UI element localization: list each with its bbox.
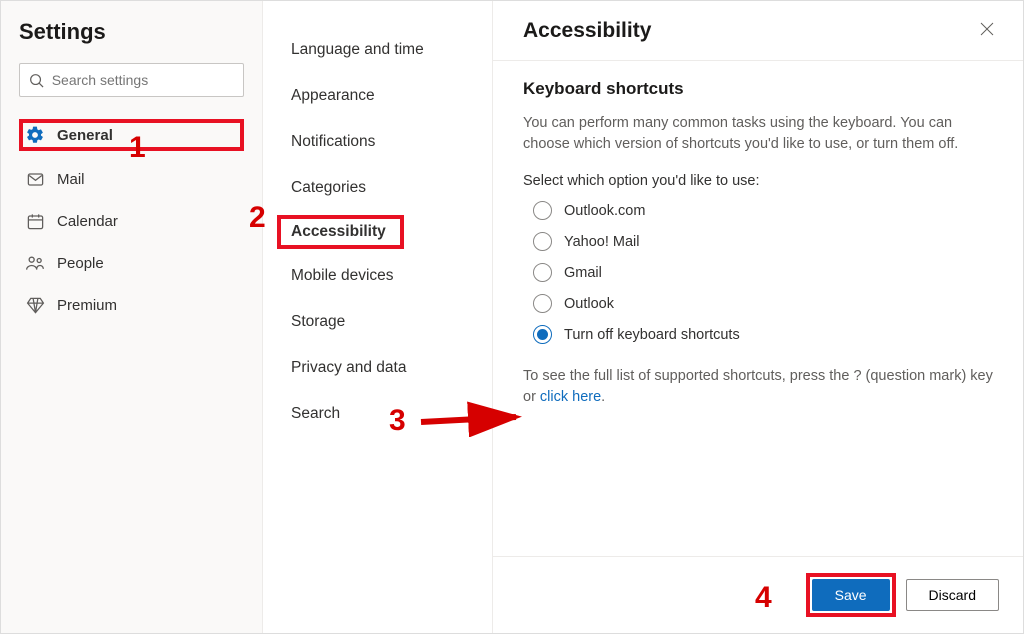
panel-title: Accessibility bbox=[523, 19, 651, 43]
annotation-highlight-accessibility: Accessibility bbox=[277, 215, 404, 249]
select-prompt: Select which option you'd like to use: bbox=[523, 173, 993, 189]
nav-label: People bbox=[57, 255, 104, 272]
subnav-accessibility[interactable]: Accessibility bbox=[291, 223, 386, 240]
section-heading: Keyboard shortcuts bbox=[523, 79, 993, 99]
radio-gmail[interactable]: Gmail bbox=[533, 263, 993, 282]
mail-icon bbox=[25, 169, 45, 189]
radio-label: Outlook.com bbox=[564, 203, 645, 219]
radio-icon bbox=[533, 263, 552, 282]
radio-icon bbox=[533, 325, 552, 344]
radio-label: Yahoo! Mail bbox=[564, 234, 640, 250]
click-here-link[interactable]: click here bbox=[540, 389, 601, 405]
nav-people[interactable]: People bbox=[19, 249, 244, 277]
radio-outlook[interactable]: Outlook bbox=[533, 294, 993, 313]
nav-mail[interactable]: Mail bbox=[19, 165, 244, 193]
close-icon bbox=[979, 21, 995, 37]
settings-sidebar: Settings General bbox=[1, 1, 263, 633]
search-settings-box[interactable] bbox=[19, 63, 244, 97]
help-text: To see the full list of supported shortc… bbox=[523, 366, 993, 408]
nav-label: General bbox=[57, 127, 113, 144]
people-icon bbox=[25, 253, 45, 273]
annotation-highlight-save: Save bbox=[806, 573, 896, 617]
radio-icon bbox=[533, 232, 552, 251]
panel-footer: Save Discard bbox=[493, 556, 1023, 633]
radio-outlook-com[interactable]: Outlook.com bbox=[533, 201, 993, 220]
nav-calendar[interactable]: Calendar bbox=[19, 207, 244, 235]
subnav-storage[interactable]: Storage bbox=[263, 303, 492, 341]
settings-subnav: Language and time Appearance Notificatio… bbox=[263, 1, 493, 633]
settings-panel: Accessibility Keyboard shortcuts You can… bbox=[493, 1, 1023, 633]
subnav-search[interactable]: Search bbox=[263, 395, 492, 433]
nav-label: Calendar bbox=[57, 213, 118, 230]
subnav-categories[interactable]: Categories bbox=[263, 169, 492, 207]
radio-label: Outlook bbox=[564, 296, 614, 312]
section-intro: You can perform many common tasks using … bbox=[523, 113, 993, 155]
gear-icon bbox=[25, 125, 45, 145]
settings-title: Settings bbox=[19, 19, 244, 45]
calendar-icon bbox=[25, 211, 45, 231]
nav-label: Mail bbox=[57, 171, 85, 188]
radio-icon bbox=[533, 201, 552, 220]
nav-premium[interactable]: Premium bbox=[19, 291, 244, 319]
radio-icon bbox=[533, 294, 552, 313]
nav-general[interactable]: General bbox=[25, 123, 113, 147]
annotation-highlight-general: General bbox=[19, 119, 244, 151]
search-icon bbox=[28, 70, 46, 90]
radio-label: Turn off keyboard shortcuts bbox=[564, 327, 740, 343]
shortcut-radio-group: Outlook.com Yahoo! Mail Gmail Outlook Tu… bbox=[523, 201, 993, 344]
diamond-icon bbox=[25, 295, 45, 315]
subnav-notifications[interactable]: Notifications bbox=[263, 123, 492, 161]
save-button[interactable]: Save bbox=[812, 579, 890, 611]
subnav-language-time[interactable]: Language and time bbox=[263, 31, 492, 69]
close-button[interactable] bbox=[975, 17, 999, 44]
subnav-privacy-data[interactable]: Privacy and data bbox=[263, 349, 492, 387]
subnav-appearance[interactable]: Appearance bbox=[263, 77, 492, 115]
nav-label: Premium bbox=[57, 297, 117, 314]
radio-yahoo-mail[interactable]: Yahoo! Mail bbox=[533, 232, 993, 251]
radio-turn-off[interactable]: Turn off keyboard shortcuts bbox=[533, 325, 993, 344]
search-input[interactable] bbox=[52, 72, 235, 88]
radio-label: Gmail bbox=[564, 265, 602, 281]
subnav-mobile-devices[interactable]: Mobile devices bbox=[263, 257, 492, 295]
discard-button[interactable]: Discard bbox=[906, 579, 999, 611]
